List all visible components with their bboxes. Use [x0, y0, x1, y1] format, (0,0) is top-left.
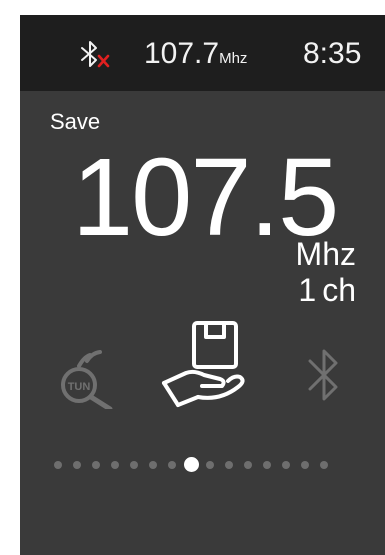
tune-search-icon[interactable]: TUN [54, 345, 120, 409]
status-frequency-value: 107.7 [144, 37, 220, 70]
page-indicator [20, 457, 385, 473]
page-dot[interactable] [92, 461, 100, 469]
bluetooth-icon[interactable] [304, 345, 344, 405]
page-dot[interactable] [206, 461, 214, 469]
tune-icon-label: TUN [68, 381, 91, 393]
save-hand-box-icon[interactable] [158, 315, 254, 411]
page-dot[interactable] [263, 461, 271, 469]
channel-number: 1 [298, 272, 317, 308]
mode-label: Save [50, 109, 101, 134]
page-dot[interactable] [73, 461, 81, 469]
page-dot[interactable] [320, 461, 328, 469]
status-frequency: 107.7Mhz [144, 37, 247, 76]
page-dot[interactable] [301, 461, 309, 469]
channel-indicator: 1 ch [298, 274, 356, 306]
page-dot[interactable] [149, 461, 157, 469]
page-dot[interactable] [225, 461, 233, 469]
bluetooth-disconnected-icon [81, 41, 110, 68]
status-frequency-unit: Mhz [219, 50, 248, 67]
page-dot[interactable] [130, 461, 138, 469]
channel-label: ch [322, 272, 356, 308]
page-dot-active[interactable] [183, 457, 199, 472]
status-bar: 107.7Mhz 8:35 [20, 15, 385, 91]
page-dot[interactable] [168, 461, 176, 469]
radio-screen: 107.7Mhz 8:35 Save 107.5 Mhz 1 ch TUN [20, 15, 385, 555]
status-time: 8:35 [303, 37, 362, 70]
frequency-unit: Mhz [295, 236, 356, 272]
page-dot[interactable] [111, 461, 119, 469]
page-dot[interactable] [54, 461, 62, 469]
page-dot[interactable] [282, 461, 290, 469]
page-dot[interactable] [244, 461, 252, 469]
